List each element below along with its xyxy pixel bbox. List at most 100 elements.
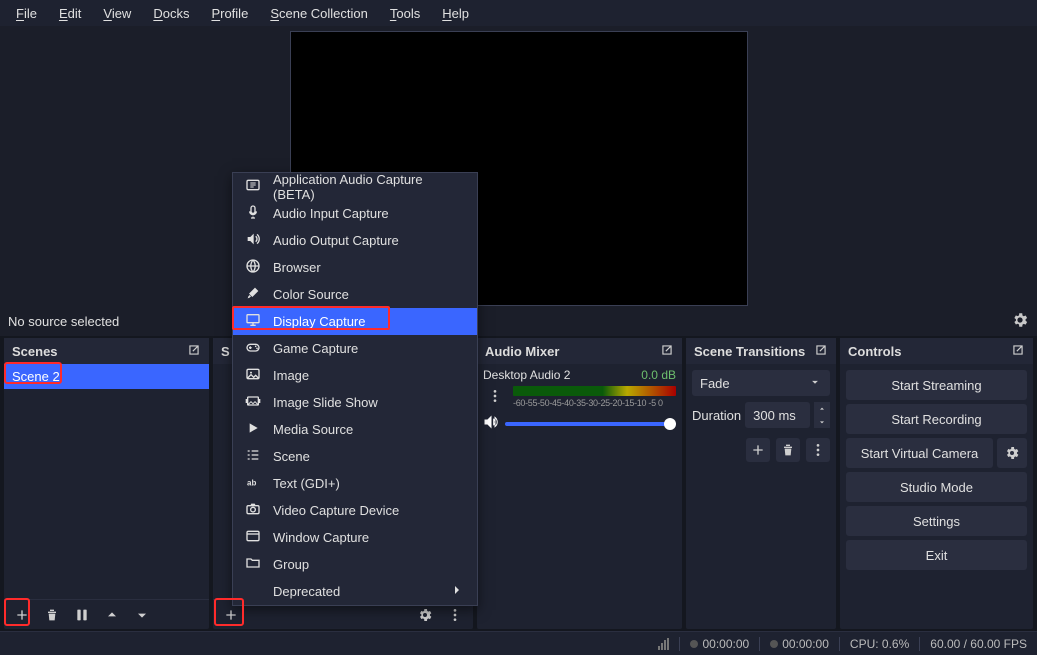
duration-input[interactable]: 300 ms bbox=[745, 402, 810, 428]
scene-up-button[interactable] bbox=[100, 603, 124, 627]
menu-item-scene[interactable]: Scene bbox=[233, 443, 477, 470]
add-source-button[interactable] bbox=[219, 603, 243, 627]
scenes-header: Scenes bbox=[4, 338, 209, 364]
delete-scene-button[interactable] bbox=[40, 603, 64, 627]
mixer-db-label: 0.0 dB bbox=[641, 368, 676, 382]
settings-button[interactable]: Settings bbox=[846, 506, 1027, 536]
mixer-ticks: -60-55-50-45-40-35-30-25-20-15-10 -5 0 bbox=[513, 398, 676, 408]
scene-item[interactable]: Scene 2 bbox=[4, 364, 209, 389]
menu-profile[interactable]: Profile bbox=[201, 2, 258, 25]
transitions-title: Scene Transitions bbox=[694, 344, 805, 359]
add-transition-button[interactable] bbox=[746, 438, 770, 462]
chevron-down-icon bbox=[808, 375, 822, 392]
status-bar: 00:00:00 00:00:00 CPU: 0.6% 60.00 / 60.0… bbox=[0, 631, 1037, 655]
exit-button[interactable]: Exit bbox=[846, 540, 1027, 570]
popout-icon[interactable] bbox=[814, 343, 828, 360]
controls-header: Controls bbox=[840, 338, 1033, 364]
menu-item-display-capture[interactable]: Display Capture bbox=[233, 308, 477, 335]
duration-up-button[interactable] bbox=[814, 402, 830, 415]
delete-transition-button[interactable] bbox=[776, 438, 800, 462]
folder-icon bbox=[245, 555, 261, 574]
add-source-context-menu: Application Audio Capture (BETA)Audio In… bbox=[232, 172, 478, 606]
preview-status-row: No source selected bbox=[0, 306, 1037, 336]
source-properties-button[interactable] bbox=[413, 603, 437, 627]
scenes-toolbar bbox=[4, 599, 209, 629]
image-icon bbox=[245, 366, 261, 385]
speaker-icon bbox=[245, 231, 261, 250]
stream-time: 00:00:00 bbox=[690, 637, 749, 651]
list-icon bbox=[245, 447, 261, 466]
mixer-volume-slider[interactable] bbox=[505, 422, 676, 426]
add-scene-button[interactable] bbox=[10, 603, 34, 627]
speaker-icon[interactable] bbox=[483, 414, 499, 433]
fps-label: 60.00 / 60.00 FPS bbox=[930, 637, 1027, 651]
play-icon bbox=[245, 420, 261, 439]
menu-edit[interactable]: Edit bbox=[49, 2, 91, 25]
menu-tools[interactable]: Tools bbox=[380, 2, 430, 25]
start-streaming-button[interactable]: Start Streaming bbox=[846, 370, 1027, 400]
source-menu-button[interactable] bbox=[443, 603, 467, 627]
camera-icon bbox=[245, 501, 261, 520]
docks-row: Scenes Scene 2 S Audio Mixer bbox=[0, 336, 1037, 631]
menu-item-deprecated[interactable]: Deprecated bbox=[233, 578, 477, 605]
controls-title: Controls bbox=[848, 344, 901, 359]
sources-title: S bbox=[221, 344, 230, 359]
menu-scene-collection[interactable]: Scene Collection bbox=[260, 2, 378, 25]
menu-item-audio-output-capture[interactable]: Audio Output Capture bbox=[233, 227, 477, 254]
app-audio-icon bbox=[245, 177, 261, 196]
slideshow-icon bbox=[245, 393, 261, 412]
gear-icon[interactable] bbox=[1011, 311, 1029, 332]
mixer-header: Audio Mixer bbox=[477, 338, 682, 364]
duration-down-button[interactable] bbox=[814, 415, 830, 428]
window-icon bbox=[245, 528, 261, 547]
virtual-camera-settings-button[interactable] bbox=[997, 438, 1027, 468]
menu-item-application-audio-capture-beta-[interactable]: Application Audio Capture (BETA) bbox=[233, 173, 477, 200]
menu-item-text-gdi-[interactable]: abText (GDI+) bbox=[233, 470, 477, 497]
transition-menu-button[interactable] bbox=[806, 438, 830, 462]
chevron-right-icon bbox=[449, 582, 465, 601]
menu-item-game-capture[interactable]: Game Capture bbox=[233, 335, 477, 362]
gamepad-icon bbox=[245, 339, 261, 358]
text-icon: ab bbox=[245, 474, 261, 493]
menu-item-image[interactable]: Image bbox=[233, 362, 477, 389]
menu-item-group[interactable]: Group bbox=[233, 551, 477, 578]
mixer-meter bbox=[513, 386, 676, 396]
popout-icon[interactable] bbox=[1011, 343, 1025, 360]
popout-icon[interactable] bbox=[660, 343, 674, 360]
mixer-track-name: Desktop Audio 2 bbox=[483, 368, 570, 382]
scenes-dock: Scenes Scene 2 bbox=[4, 338, 209, 629]
mic-icon bbox=[245, 204, 261, 223]
svg-text:ab: ab bbox=[247, 478, 256, 487]
menu-bar: File Edit View Docks Profile Scene Colle… bbox=[0, 0, 1037, 26]
preview-area bbox=[0, 26, 1037, 306]
studio-mode-button[interactable]: Studio Mode bbox=[846, 472, 1027, 502]
controls-dock: Controls Start Streaming Start Recording… bbox=[840, 338, 1033, 629]
menu-item-media-source[interactable]: Media Source bbox=[233, 416, 477, 443]
transitions-dock: Scene Transitions Fade Duration 300 ms bbox=[686, 338, 836, 629]
globe-icon bbox=[245, 258, 261, 277]
menu-item-image-slide-show[interactable]: Image Slide Show bbox=[233, 389, 477, 416]
scene-filters-button[interactable] bbox=[70, 603, 94, 627]
menu-item-video-capture-device[interactable]: Video Capture Device bbox=[233, 497, 477, 524]
popout-icon[interactable] bbox=[187, 343, 201, 360]
blank-icon bbox=[245, 582, 261, 601]
menu-view[interactable]: View bbox=[93, 2, 141, 25]
start-recording-button[interactable]: Start Recording bbox=[846, 404, 1027, 434]
menu-item-window-capture[interactable]: Window Capture bbox=[233, 524, 477, 551]
menu-help[interactable]: Help bbox=[432, 2, 479, 25]
menu-docks[interactable]: Docks bbox=[143, 2, 199, 25]
mixer-track-menu[interactable] bbox=[483, 384, 507, 408]
no-source-label: No source selected bbox=[8, 314, 119, 329]
transitions-header: Scene Transitions bbox=[686, 338, 836, 364]
menu-item-browser[interactable]: Browser bbox=[233, 254, 477, 281]
display-icon bbox=[245, 312, 261, 331]
menu-file[interactable]: File bbox=[6, 2, 47, 25]
scene-down-button[interactable] bbox=[130, 603, 154, 627]
start-virtual-camera-button[interactable]: Start Virtual Camera bbox=[846, 438, 993, 468]
menu-item-color-source[interactable]: Color Source bbox=[233, 281, 477, 308]
scenes-title: Scenes bbox=[12, 344, 58, 359]
record-time: 00:00:00 bbox=[770, 637, 829, 651]
brush-icon bbox=[245, 285, 261, 304]
transition-select[interactable]: Fade bbox=[692, 370, 830, 396]
menu-item-audio-input-capture[interactable]: Audio Input Capture bbox=[233, 200, 477, 227]
